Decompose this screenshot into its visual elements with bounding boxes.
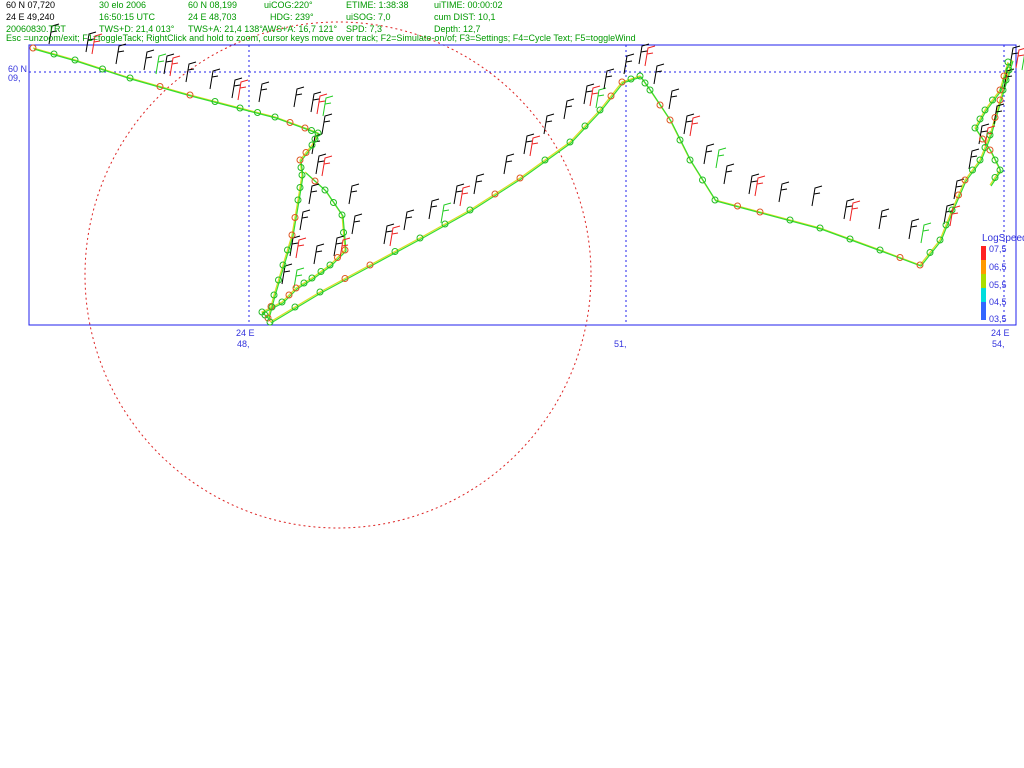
track-plot[interactable] [0, 0, 1024, 768]
wind-barb [237, 79, 249, 101]
wind-barb [668, 88, 680, 110]
track-markers [29, 44, 1013, 326]
range-circle [84, 21, 592, 529]
lon-axis-degree-48: 24 E [236, 328, 255, 338]
boat-latitude: 60 N 08,199 [188, 0, 238, 10]
time-readout: 16:50:15 UTC [99, 12, 156, 22]
lat-axis-minutes: 09, [8, 73, 21, 83]
wind-barb [351, 213, 363, 235]
wind-barb [723, 163, 735, 185]
boat-tracks [32, 47, 1014, 324]
lon-axis-degree-54: 24 E [991, 328, 1010, 338]
wind-barb [703, 143, 715, 165]
wind-barb [459, 185, 471, 207]
boat-longitude: 24 E 48,703 [188, 12, 237, 22]
legend-label-75: 07,5 [989, 244, 1007, 254]
distance-readout: cum DIST: 10,1 [434, 12, 496, 22]
wind-barb [115, 43, 127, 65]
etime-readout: ETIME: 1:38:38 [346, 0, 409, 10]
logspeed-color-bar [981, 246, 986, 320]
wind-barb [503, 153, 515, 175]
wind-barb [258, 81, 270, 103]
wind-barb [295, 237, 307, 259]
wind-barb [428, 198, 440, 220]
wind-barb [169, 55, 181, 77]
wind-barb [778, 181, 790, 203]
cog-readout: uiCOG:220° [264, 0, 313, 10]
cursor-longitude: 24 E 49,240 [6, 12, 55, 22]
wind-barb [908, 218, 920, 240]
wind-barb [143, 49, 155, 71]
lon-axis-minutes-48: 48, [237, 339, 250, 349]
lon-axis-minutes-54: 54, [992, 339, 1005, 349]
wind-barb [389, 225, 401, 247]
wind-barb [299, 209, 311, 231]
wind-barb [440, 202, 452, 224]
cursor-latitude: 60 N 07,720 [6, 0, 56, 10]
wind-barb [689, 115, 701, 137]
wind-barb [811, 185, 823, 207]
uitime-readout: uiTIME: 00:00:02 [434, 0, 503, 10]
logspeed-legend-title: LogSpeed [982, 233, 1024, 244]
wind-barb [322, 95, 334, 117]
wind-barb [308, 183, 320, 205]
legend-label-55: 05,5 [989, 280, 1007, 290]
track-line-shadow [269, 59, 1013, 323]
wind-barb [878, 208, 890, 230]
date-readout: 30 elo 2006 [99, 0, 147, 10]
wind-barb [348, 183, 360, 205]
wind-barb [321, 113, 333, 135]
legend-label-35: 03,5 [989, 314, 1007, 324]
help-text: Esc =unzoom/exit; F1=toggleTack; RightCl… [6, 33, 636, 43]
hdg-readout: HDG: 239° [270, 12, 314, 22]
wind-barb [644, 45, 656, 67]
lon-axis-minutes-51: 51, [614, 339, 627, 349]
sog-readout: uiSOG: 7,0 [346, 12, 391, 22]
legend-label-65: 06,5 [989, 262, 1007, 272]
wind-barb [715, 147, 727, 169]
track-line [270, 60, 1014, 324]
wind-barb [321, 155, 333, 177]
wind-barb [403, 209, 415, 231]
wind-barb [653, 63, 665, 85]
plot-frame [28, 44, 1017, 326]
wind-barb [849, 200, 861, 222]
legend-label-45: 04,5 [989, 297, 1007, 307]
wind-barb [473, 173, 485, 195]
track-line [33, 48, 347, 321]
wind-barb [754, 175, 766, 197]
wind-barb [313, 243, 325, 265]
wind-barb [920, 222, 932, 244]
wind-barb [529, 135, 541, 157]
wind-barb [563, 98, 575, 120]
wind-barb [293, 86, 305, 108]
